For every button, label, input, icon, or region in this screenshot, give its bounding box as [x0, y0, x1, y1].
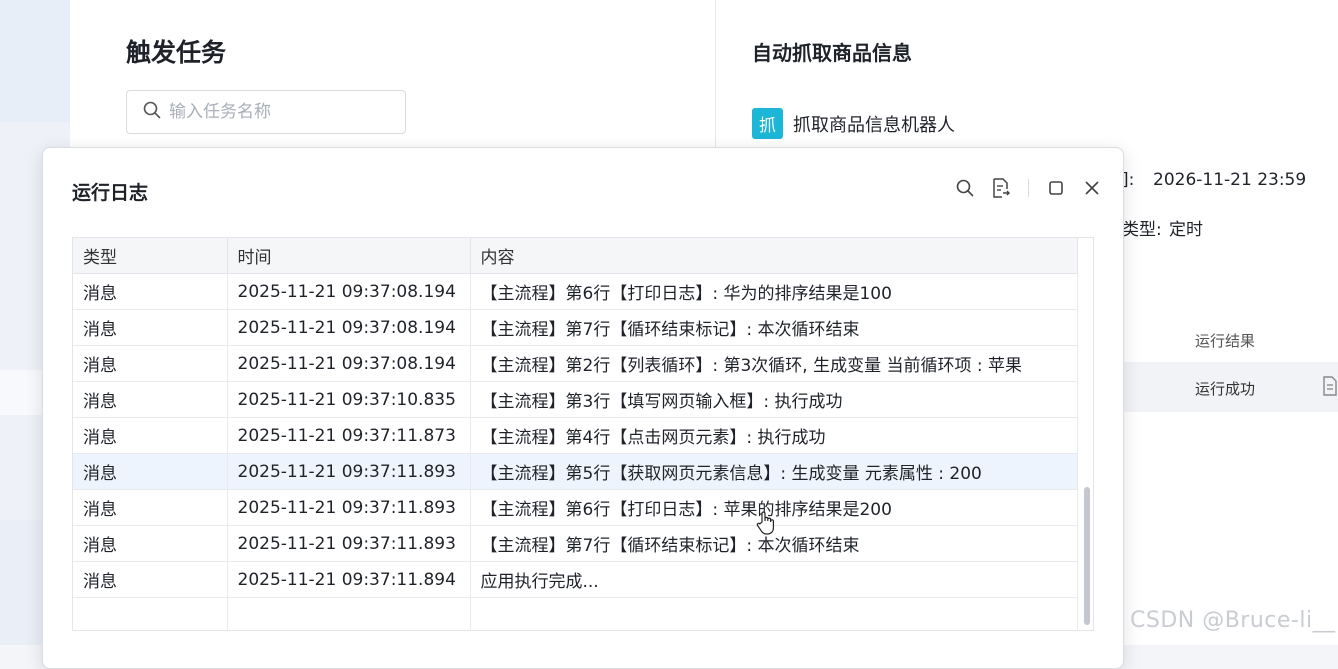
task-search-box[interactable]: [126, 90, 406, 134]
detail-type-row: 类型: 定时: [1122, 215, 1203, 240]
log-time-cell: 2025-11-21 09:37:08.194: [227, 309, 471, 346]
log-time-cell: 2025-11-21 09:37:11.893: [227, 489, 471, 526]
table-empty-row: [73, 597, 1078, 630]
empty-cell: [470, 597, 1078, 630]
log-time-cell: 2025-11-21 09:37:11.873: [227, 417, 471, 454]
log-type-cell: 消息: [73, 453, 228, 490]
column-header-content[interactable]: 内容: [470, 238, 1078, 274]
maximize-icon[interactable]: [1047, 178, 1065, 198]
log-content-cell: 【主流程】第4行【点击网页元素】: 执行成功: [470, 417, 1078, 454]
detail-type-label: 类型:: [1122, 220, 1162, 240]
log-time-cell: 2025-11-21 09:37:10.835: [227, 381, 471, 418]
column-header-time[interactable]: 时间: [227, 238, 471, 274]
hand-cursor-icon: [756, 510, 776, 540]
log-table: 类型 时间 内容 消息 2025-11-21 09:37:08.194 【主流程】第…: [73, 238, 1078, 630]
log-time-cell: 2025-11-21 09:37:11.893: [227, 525, 471, 562]
log-type-cell: 消息: [73, 309, 228, 346]
robot-name: 抓取商品信息机器人: [793, 114, 955, 136]
detail-type-value: 定时: [1169, 220, 1203, 240]
search-icon[interactable]: [956, 178, 974, 198]
table-row[interactable]: 消息 2025-11-21 09:37:11.893 【主流程】第5行【获取网页元素…: [73, 453, 1078, 490]
export-log-icon[interactable]: [992, 178, 1010, 198]
run-record-row[interactable]: 运行成功: [1122, 362, 1338, 412]
scrollbar-thumb[interactable]: [1084, 487, 1090, 625]
table-row[interactable]: 消息 2025-11-21 09:37:11.893 【主流程】第6行【打印日志】:…: [73, 489, 1078, 526]
task-search-input[interactable]: [167, 101, 391, 123]
left-nav-band: [0, 0, 70, 122]
log-content-cell: 【主流程】第7行【循环结束标记】: 本次循环结束: [470, 309, 1078, 346]
empty-cell: [73, 597, 228, 630]
run-log-dialog: 运行日志 类型 时间 内容 消息 2025-11-21 09:37:08.194…: [42, 147, 1124, 669]
log-time-cell: 2025-11-21 09:37:08.194: [227, 345, 471, 382]
detail-title: 自动抓取商品信息: [752, 41, 912, 65]
log-type-cell: 消息: [73, 561, 228, 598]
close-icon[interactable]: [1083, 178, 1101, 198]
table-scrollbar[interactable]: [1081, 237, 1093, 629]
table-row[interactable]: 消息 2025-11-21 09:37:11.894 应用执行完成...: [73, 561, 1078, 598]
page-title: 触发任务: [126, 38, 227, 67]
robot-badge: 抓: [752, 108, 783, 139]
log-table-container[interactable]: 类型 时间 内容 消息 2025-11-21 09:37:08.194 【主流程】第…: [72, 237, 1094, 631]
dialog-toolbar: [956, 178, 1101, 198]
table-row[interactable]: 消息 2025-11-21 09:37:08.194 【主流程】第2行【列表循环】:…: [73, 345, 1078, 382]
log-content-cell: 应用执行完成...: [470, 561, 1078, 598]
table-row[interactable]: 消息 2025-11-21 09:37:11.893 【主流程】第7行【循环结束标记…: [73, 525, 1078, 562]
log-time-cell: 2025-11-21 09:37:11.894: [227, 561, 471, 598]
table-header-row: 类型 时间 内容: [73, 238, 1078, 274]
run-status: 运行成功: [1195, 380, 1256, 398]
toolbar-divider: [1028, 179, 1029, 197]
robot-info: 抓 抓取商品信息机器人: [752, 108, 955, 139]
table-row[interactable]: 消息 2025-11-21 09:37:10.835 【主流程】第3行【填写网页输入…: [73, 381, 1078, 418]
document-icon[interactable]: [1322, 376, 1338, 400]
log-content-cell: 【主流程】第6行【打印日志】: 华为的排序结果是100: [470, 273, 1078, 310]
watermark: CSDN @Bruce-li__: [1130, 608, 1336, 633]
log-time-cell: 2025-11-21 09:37:11.893: [227, 453, 471, 490]
log-type-cell: 消息: [73, 525, 228, 562]
log-type-cell: 消息: [73, 381, 228, 418]
search-icon: [143, 101, 161, 123]
column-header-type[interactable]: 类型: [73, 238, 228, 274]
log-type-cell: 消息: [73, 273, 228, 310]
log-content-cell: 【主流程】第3行【填写网页输入框】: 执行成功: [470, 381, 1078, 418]
table-row[interactable]: 消息 2025-11-21 09:37:11.873 【主流程】第4行【点击网页元素…: [73, 417, 1078, 454]
table-row[interactable]: 消息 2025-11-21 09:37:08.194 【主流程】第6行【打印日志】:…: [73, 273, 1078, 310]
log-time-cell: 2025-11-21 09:37:08.194: [227, 273, 471, 310]
log-content-cell: 【主流程】第2行【列表循环】: 第3次循环, 生成变量 当前循环项 : 苹果: [470, 345, 1078, 382]
log-type-cell: 消息: [73, 489, 228, 526]
log-type-cell: 消息: [73, 417, 228, 454]
empty-cell: [227, 597, 471, 630]
table-row[interactable]: 消息 2025-11-21 09:37:08.194 【主流程】第7行【循环结束标记…: [73, 309, 1078, 346]
log-content-cell: 【主流程】第5行【获取网页元素信息】: 生成变量 元素属性 : 200: [470, 453, 1078, 490]
log-type-cell: 消息: [73, 345, 228, 382]
dialog-title: 运行日志: [72, 182, 149, 204]
detail-time-value: 2026-11-21 23:59: [1153, 170, 1307, 190]
result-column-header: 运行结果: [1195, 332, 1256, 350]
